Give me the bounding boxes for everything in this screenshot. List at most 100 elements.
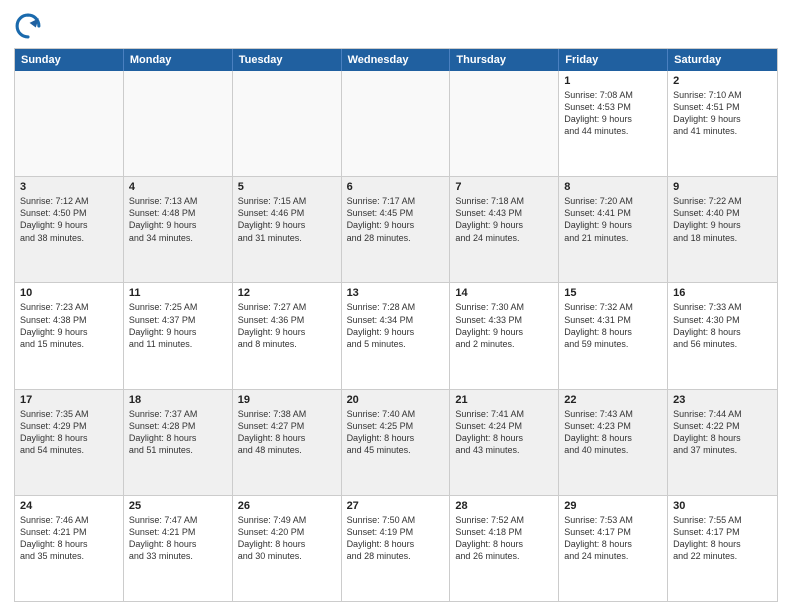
day-number: 15 <box>564 287 662 299</box>
day-cell-2: 2Sunrise: 7:10 AM Sunset: 4:51 PM Daylig… <box>668 71 777 176</box>
day-cell-11: 11 Sunrise: 7:25 AM Sunset: 4:37 PM Dayli… <box>124 283 233 388</box>
day-info: Sunrise: 7:25 AM Sunset: 4:37 PM Dayligh… <box>129 301 227 350</box>
day-info: Sunrise: 7:41 AM Sunset: 4:24 PM Dayligh… <box>455 408 553 457</box>
logo <box>14 12 46 40</box>
empty-cell <box>233 71 342 176</box>
day-info: Sunrise: 7:40 AM Sunset: 4:25 PM Dayligh… <box>347 408 445 457</box>
day-cell-9: 9Sunrise: 7:22 AM Sunset: 4:40 PM Daylig… <box>668 177 777 282</box>
day-number: 29 <box>564 500 662 512</box>
day-number: 21 <box>455 394 553 406</box>
day-cell-23: 23 Sunrise: 7:44 AM Sunset: 4:22 PM Dayli… <box>668 390 777 495</box>
calendar: SundayMondayTuesdayWednesdayThursdayFrid… <box>14 48 778 602</box>
day-info: Sunrise: 7:52 AM Sunset: 4:18 PM Dayligh… <box>455 514 553 563</box>
day-info: Sunrise: 7:55 AM Sunset: 4:17 PM Dayligh… <box>673 514 772 563</box>
day-number: 4 <box>129 181 227 193</box>
calendar-header: SundayMondayTuesdayWednesdayThursdayFrid… <box>15 49 777 71</box>
day-info: Sunrise: 7:35 AM Sunset: 4:29 PM Dayligh… <box>20 408 118 457</box>
day-info: Sunrise: 7:12 AM Sunset: 4:50 PM Dayligh… <box>20 195 118 244</box>
logo-icon <box>14 12 42 40</box>
day-header-saturday: Saturday <box>668 49 777 71</box>
day-header-monday: Monday <box>124 49 233 71</box>
day-info: Sunrise: 7:37 AM Sunset: 4:28 PM Dayligh… <box>129 408 227 457</box>
day-number: 25 <box>129 500 227 512</box>
day-number: 30 <box>673 500 772 512</box>
day-cell-1: 1 Sunrise: 7:08 AM Sunset: 4:53 PM Daylig… <box>559 71 668 176</box>
day-cell-22: 22 Sunrise: 7:43 AM Sunset: 4:23 PM Dayli… <box>559 390 668 495</box>
day-number: 6 <box>347 181 445 193</box>
day-cell-26: 26 Sunrise: 7:49 AM Sunset: 4:20 PM Dayli… <box>233 496 342 601</box>
day-cell-4: 4 Sunrise: 7:13 AM Sunset: 4:48 PM Daylig… <box>124 177 233 282</box>
day-cell-17: 17Sunrise: 7:35 AM Sunset: 4:29 PM Dayli… <box>15 390 124 495</box>
day-info: Sunrise: 7:49 AM Sunset: 4:20 PM Dayligh… <box>238 514 336 563</box>
day-cell-8: 8 Sunrise: 7:20 AM Sunset: 4:41 PM Daylig… <box>559 177 668 282</box>
day-number: 24 <box>20 500 118 512</box>
day-cell-18: 18 Sunrise: 7:37 AM Sunset: 4:28 PM Dayli… <box>124 390 233 495</box>
calendar-row-4: 24Sunrise: 7:46 AM Sunset: 4:21 PM Dayli… <box>15 495 777 601</box>
day-cell-29: 29 Sunrise: 7:53 AM Sunset: 4:17 PM Dayli… <box>559 496 668 601</box>
day-number: 2 <box>673 75 772 87</box>
day-cell-28: 28 Sunrise: 7:52 AM Sunset: 4:18 PM Dayli… <box>450 496 559 601</box>
empty-cell <box>15 71 124 176</box>
day-number: 20 <box>347 394 445 406</box>
day-header-thursday: Thursday <box>450 49 559 71</box>
day-info: Sunrise: 7:23 AM Sunset: 4:38 PM Dayligh… <box>20 301 118 350</box>
calendar-row-3: 17Sunrise: 7:35 AM Sunset: 4:29 PM Dayli… <box>15 389 777 495</box>
day-cell-13: 13 Sunrise: 7:28 AM Sunset: 4:34 PM Dayli… <box>342 283 451 388</box>
day-number: 27 <box>347 500 445 512</box>
empty-cell <box>342 71 451 176</box>
calendar-row-0: 1 Sunrise: 7:08 AM Sunset: 4:53 PM Daylig… <box>15 71 777 176</box>
day-header-tuesday: Tuesday <box>233 49 342 71</box>
day-number: 11 <box>129 287 227 299</box>
day-number: 8 <box>564 181 662 193</box>
day-info: Sunrise: 7:17 AM Sunset: 4:45 PM Dayligh… <box>347 195 445 244</box>
day-number: 7 <box>455 181 553 193</box>
day-info: Sunrise: 7:18 AM Sunset: 4:43 PM Dayligh… <box>455 195 553 244</box>
day-number: 22 <box>564 394 662 406</box>
day-cell-21: 21 Sunrise: 7:41 AM Sunset: 4:24 PM Dayli… <box>450 390 559 495</box>
day-cell-5: 5 Sunrise: 7:15 AM Sunset: 4:46 PM Daylig… <box>233 177 342 282</box>
day-info: Sunrise: 7:28 AM Sunset: 4:34 PM Dayligh… <box>347 301 445 350</box>
day-number: 26 <box>238 500 336 512</box>
day-info: Sunrise: 7:30 AM Sunset: 4:33 PM Dayligh… <box>455 301 553 350</box>
day-info: Sunrise: 7:20 AM Sunset: 4:41 PM Dayligh… <box>564 195 662 244</box>
day-cell-7: 7 Sunrise: 7:18 AM Sunset: 4:43 PM Daylig… <box>450 177 559 282</box>
day-info: Sunrise: 7:50 AM Sunset: 4:19 PM Dayligh… <box>347 514 445 563</box>
page: SundayMondayTuesdayWednesdayThursdayFrid… <box>0 0 792 612</box>
calendar-row-1: 3 Sunrise: 7:12 AM Sunset: 4:50 PM Daylig… <box>15 176 777 282</box>
day-info: Sunrise: 7:32 AM Sunset: 4:31 PM Dayligh… <box>564 301 662 350</box>
day-number: 18 <box>129 394 227 406</box>
day-info: Sunrise: 7:15 AM Sunset: 4:46 PM Dayligh… <box>238 195 336 244</box>
day-info: Sunrise: 7:53 AM Sunset: 4:17 PM Dayligh… <box>564 514 662 563</box>
day-info: Sunrise: 7:38 AM Sunset: 4:27 PM Dayligh… <box>238 408 336 457</box>
day-cell-12: 12 Sunrise: 7:27 AM Sunset: 4:36 PM Dayli… <box>233 283 342 388</box>
day-number: 28 <box>455 500 553 512</box>
day-cell-27: 27 Sunrise: 7:50 AM Sunset: 4:19 PM Dayli… <box>342 496 451 601</box>
day-cell-16: 16Sunrise: 7:33 AM Sunset: 4:30 PM Dayli… <box>668 283 777 388</box>
day-header-sunday: Sunday <box>15 49 124 71</box>
calendar-row-2: 10 Sunrise: 7:23 AM Sunset: 4:38 PM Dayli… <box>15 282 777 388</box>
header <box>14 12 778 40</box>
day-number: 19 <box>238 394 336 406</box>
day-info: Sunrise: 7:08 AM Sunset: 4:53 PM Dayligh… <box>564 89 662 138</box>
day-info: Sunrise: 7:27 AM Sunset: 4:36 PM Dayligh… <box>238 301 336 350</box>
day-cell-15: 15 Sunrise: 7:32 AM Sunset: 4:31 PM Dayli… <box>559 283 668 388</box>
day-number: 14 <box>455 287 553 299</box>
day-number: 16 <box>673 287 772 299</box>
day-info: Sunrise: 7:44 AM Sunset: 4:22 PM Dayligh… <box>673 408 772 457</box>
day-info: Sunrise: 7:13 AM Sunset: 4:48 PM Dayligh… <box>129 195 227 244</box>
day-number: 5 <box>238 181 336 193</box>
day-cell-24: 24Sunrise: 7:46 AM Sunset: 4:21 PM Dayli… <box>15 496 124 601</box>
day-cell-19: 19 Sunrise: 7:38 AM Sunset: 4:27 PM Dayli… <box>233 390 342 495</box>
day-info: Sunrise: 7:47 AM Sunset: 4:21 PM Dayligh… <box>129 514 227 563</box>
day-number: 3 <box>20 181 118 193</box>
day-number: 23 <box>673 394 772 406</box>
day-number: 10 <box>20 287 118 299</box>
day-cell-3: 3 Sunrise: 7:12 AM Sunset: 4:50 PM Daylig… <box>15 177 124 282</box>
day-number: 1 <box>564 75 662 87</box>
day-number: 13 <box>347 287 445 299</box>
day-info: Sunrise: 7:43 AM Sunset: 4:23 PM Dayligh… <box>564 408 662 457</box>
day-cell-10: 10 Sunrise: 7:23 AM Sunset: 4:38 PM Dayli… <box>15 283 124 388</box>
day-number: 12 <box>238 287 336 299</box>
day-cell-25: 25 Sunrise: 7:47 AM Sunset: 4:21 PM Dayli… <box>124 496 233 601</box>
day-header-friday: Friday <box>559 49 668 71</box>
